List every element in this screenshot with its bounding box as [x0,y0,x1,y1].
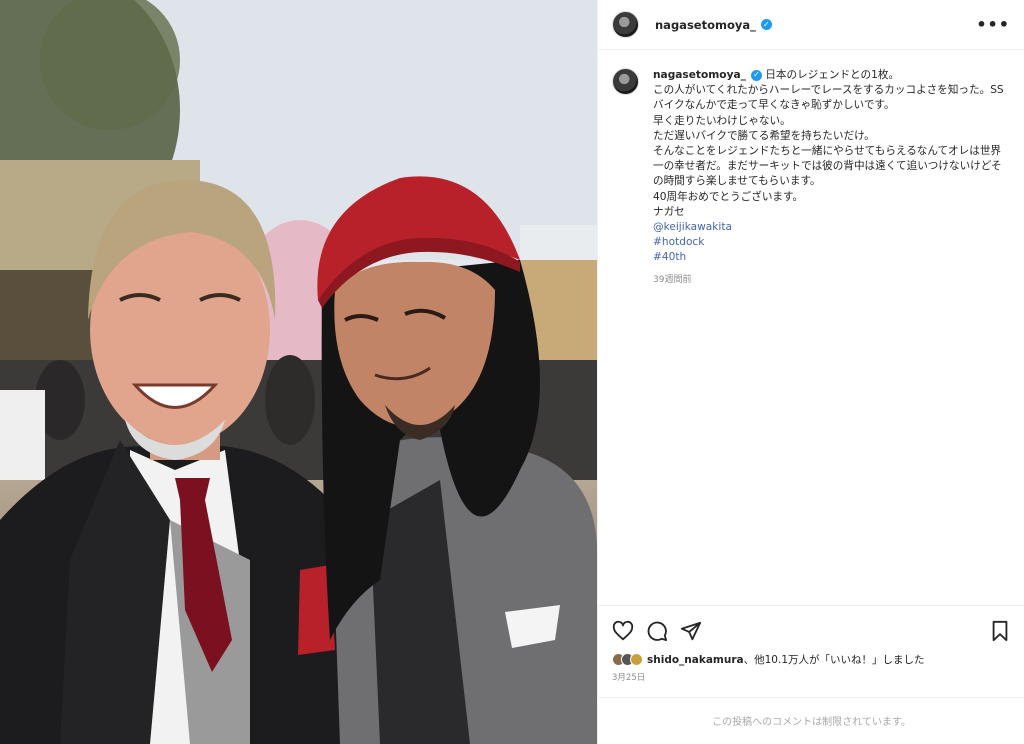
author-username[interactable]: nagasetomoya_ [655,18,756,32]
author-avatar[interactable] [612,11,639,38]
liker-avatar[interactable] [630,653,643,666]
hashtag-link[interactable]: #hotdock [653,235,1010,250]
action-bar [598,606,1024,646]
caption-timestamp[interactable]: 39週間前 [653,273,1010,288]
bookmark-icon[interactable] [989,620,1011,642]
post-date[interactable]: 3月25日 [598,667,1024,683]
post-header: nagasetomoya_ ✓ ••• [598,0,1024,50]
verified-badge-icon: ✓ [760,19,772,30]
caption-text: そんなことをレジェンドたちと一緒にやらせてもらえるなんてオレは世界一の幸せ者だ。… [653,145,1002,188]
paper-plane-icon[interactable] [680,620,702,642]
caption-username[interactable]: nagasetomoya_ [653,69,746,81]
caption-line: nagasetomoya_ ✓ 日本のレジェンドとの1枚。 [653,68,1010,83]
caption-text: 40周年おめでとうございます。 [653,190,804,203]
post-actions: shido_nakamura、他10.1万人が「いいね！」しました 3月25日 … [598,605,1024,743]
likes-summary: shido_nakamura、他10.1万人が「いいね！」しました [598,646,1024,667]
photo-illustration [0,0,597,744]
caption-text: 早く走りたいわけじゃない。 [653,114,791,127]
liker-username[interactable]: shido_nakamura [647,654,744,666]
more-options-icon[interactable]: ••• [976,15,1010,34]
hashtag-link[interactable]: #40th [653,250,1010,265]
speech-bubble-icon[interactable] [646,620,668,642]
post-photo[interactable] [0,0,597,744]
caption-text: ただ遅いバイクで勝てる希望を持ちたいだけ。 [653,129,875,142]
verified-badge-icon: ✓ [750,69,762,81]
heart-icon[interactable] [612,620,634,642]
caption-text: この人がいてくれたからハーレーでレースをするカッコよさを知った。SSバイクなんか… [653,84,1004,112]
caption-body: nagasetomoya_ ✓ 日本のレジェンドとの1枚。 この人がいてくれたから… [653,68,1010,288]
post-sidebar: nagasetomoya_ ✓ ••• nagasetomoya_ ✓ 日本のレジ… [597,0,1024,744]
caption-avatar[interactable] [612,68,639,95]
caption-text: ナガセ [653,205,685,218]
caption-text: 日本のレジェンドとの1枚。 [765,69,900,81]
likes-text[interactable]: shido_nakamura、他10.1万人が「いいね！」しました [647,652,925,667]
likes-count-text: 、他10.1万人が「いいね！」しました [743,654,925,666]
comments-restricted-notice: この投稿へのコメントは制限されています。 [598,697,1024,743]
caption: nagasetomoya_ ✓ 日本のレジェンドとの1枚。 この人がいてくれたから… [598,50,1024,288]
mention-link[interactable]: @keijikawakita [653,220,1010,235]
